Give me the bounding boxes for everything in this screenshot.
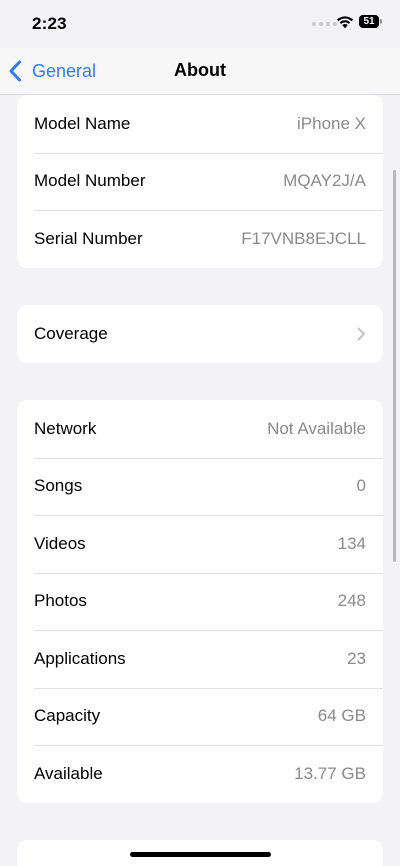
status-bar: 2:23 51 — [0, 0, 400, 48]
row-label: Capacity — [34, 706, 101, 726]
row-photos[interactable]: Photos 248 — [17, 572, 383, 631]
row-applications[interactable]: Applications 23 — [17, 630, 383, 688]
row-model-number[interactable]: Model Number MQAY2J/A — [17, 152, 383, 211]
row-value: MQAY2J/A — [283, 171, 366, 191]
row-available[interactable]: Available 13.77 GB — [17, 745, 383, 803]
row-value: 134 — [337, 533, 366, 553]
usage-group: Network Not Available Songs 0 Videos 134… — [17, 400, 383, 803]
row-videos[interactable]: Videos 134 — [17, 515, 383, 573]
row-value: 13.77 GB — [294, 763, 366, 783]
row-value: iPhone X — [297, 113, 366, 133]
row-value: 23 — [347, 648, 366, 668]
row-label: Network — [34, 418, 97, 438]
settings-content[interactable]: Model Name iPhone X Model Number MQAY2J/… — [0, 95, 400, 866]
battery-icon: 51 — [359, 15, 383, 29]
row-value: Not Available — [267, 418, 366, 438]
row-label: Applications — [34, 648, 126, 668]
coverage-group: Coverage — [17, 305, 383, 363]
row-label: Model Name — [34, 113, 131, 133]
row-label: Photos — [34, 591, 87, 611]
row-label: Songs — [34, 476, 83, 496]
row-label: Videos — [34, 533, 86, 553]
home-indicator[interactable] — [130, 852, 271, 857]
chevron-right-icon — [357, 327, 365, 341]
row-serial-number[interactable]: Serial Number F17VNB8EJCLL — [17, 210, 383, 268]
row-label: Serial Number — [34, 228, 143, 248]
wifi-icon — [337, 16, 353, 29]
cellular-signal-icon — [312, 22, 337, 26]
row-label: Available — [34, 763, 103, 783]
row-songs[interactable]: Songs 0 — [17, 457, 383, 516]
navigation-bar: General About — [0, 48, 400, 95]
row-model-name[interactable]: Model Name iPhone X — [17, 95, 383, 153]
row-value: F17VNB8EJCLL — [241, 228, 366, 248]
row-value: 64 GB — [317, 706, 366, 726]
row-network[interactable]: Network Not Available — [17, 400, 383, 458]
status-time: 2:23 — [32, 14, 67, 33]
row-capacity[interactable]: Capacity 64 GB — [17, 687, 383, 746]
row-value: 248 — [337, 591, 366, 611]
row-label: Model Number — [34, 171, 146, 191]
page-title: About — [174, 60, 226, 80]
battery-level: 51 — [359, 15, 379, 28]
scrollbar[interactable] — [393, 170, 396, 562]
row-value: 0 — [356, 476, 366, 496]
row-coverage[interactable]: Coverage — [17, 305, 383, 363]
row-label: Coverage — [34, 323, 108, 343]
device-info-group: Model Name iPhone X Model Number MQAY2J/… — [17, 95, 383, 268]
